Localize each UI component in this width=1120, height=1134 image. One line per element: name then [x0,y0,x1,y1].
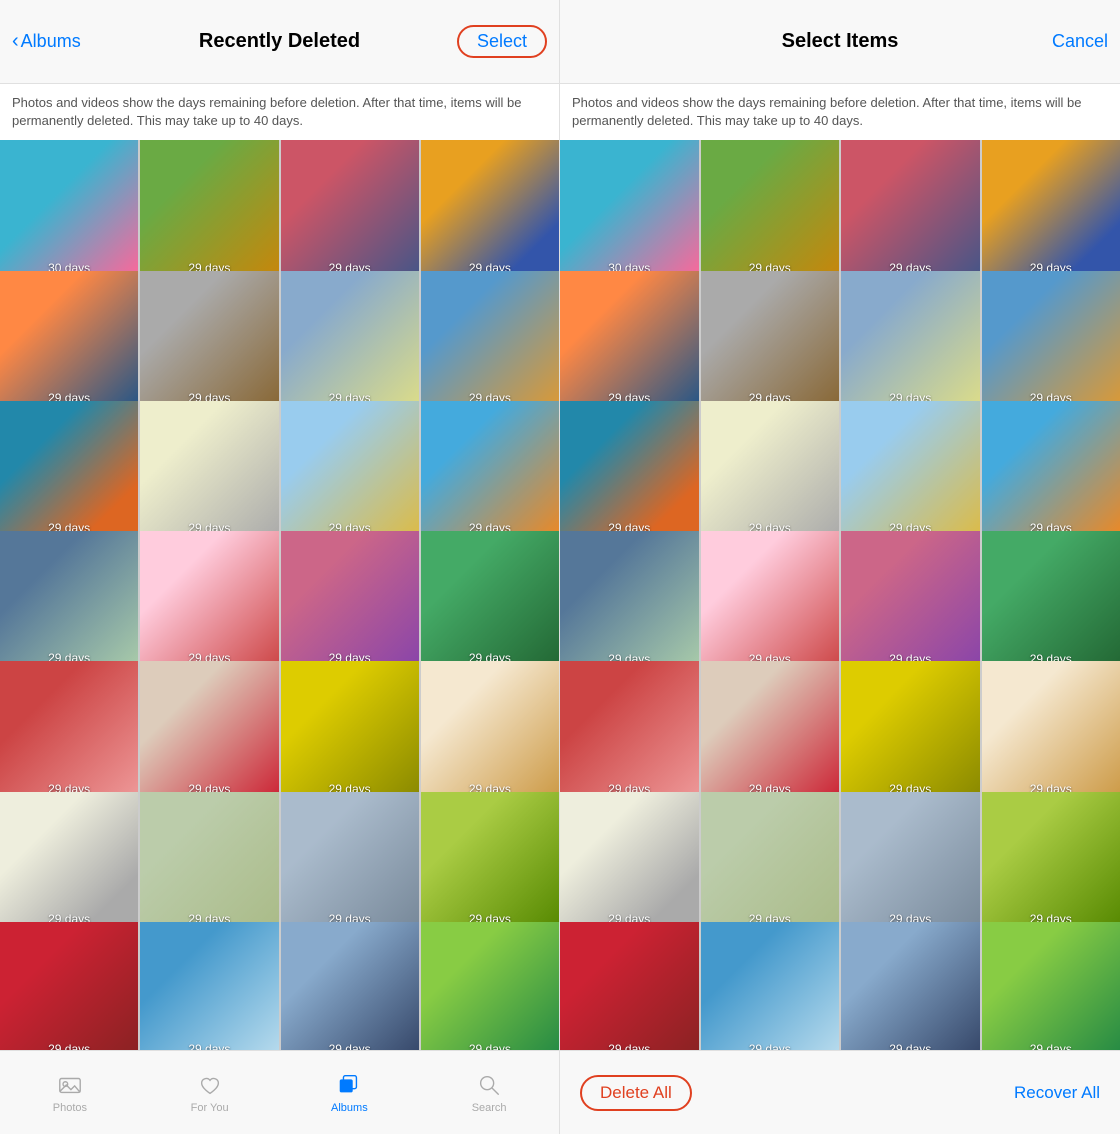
tab-foryou-label: For You [191,1102,229,1114]
search-icon [476,1072,502,1098]
foryou-icon [197,1072,223,1098]
tab-search-label: Search [472,1102,507,1114]
days-label: 29 days [281,1042,419,1050]
days-label: 29 days [0,1042,138,1050]
photo-cell[interactable]: 29 days [140,401,278,539]
right-photo-grid: 30 days29 days29 days29 days29 days29 da… [560,140,1120,1050]
photo-cell[interactable]: 29 days [701,922,840,1050]
right-header: Select Items Cancel [560,0,1120,84]
photo-cell[interactable]: 29 days [140,922,278,1050]
photo-cell[interactable]: 29 days [701,531,840,670]
right-screen: Select Items Cancel Photos and videos sh… [560,0,1120,1134]
photo-cell[interactable]: 29 days [701,271,840,410]
photo-cell[interactable]: 29 days [982,401,1120,540]
photo-cell[interactable]: 29 days [421,922,559,1050]
left-photo-grid: 30 days29 days29 days29 days29 days29 da… [0,140,559,1050]
tab-albums-label: Albums [331,1102,368,1114]
photo-cell[interactable]: 29 days [841,531,980,670]
photo-cell[interactable]: 29 days [140,661,278,799]
photo-cell[interactable]: 29 days [281,271,419,409]
photo-cell[interactable]: 30 days [560,140,699,279]
photo-cell[interactable]: 29 days [841,140,980,279]
photo-cell[interactable]: 29 days [982,792,1120,931]
photo-cell[interactable]: 29 days [281,922,419,1050]
photo-cell[interactable]: 29 days [701,140,840,279]
albums-icon [336,1072,362,1098]
photo-cell[interactable]: 29 days [0,792,138,930]
days-label: 29 days [701,1042,840,1050]
photo-cell[interactable]: 29 days [281,401,419,539]
left-header: ‹ Albums Recently Deleted Select [0,0,559,84]
tab-search[interactable]: Search [419,1051,559,1134]
photo-cell[interactable]: 29 days [982,271,1120,410]
photo-cell[interactable]: 29 days [701,792,840,931]
photo-cell[interactable]: 29 days [140,531,278,669]
photo-cell[interactable]: 29 days [421,140,559,278]
back-button[interactable]: ‹ Albums [12,30,81,53]
right-bottom-bar: Delete All Recover All [560,1050,1120,1134]
photo-cell[interactable]: 29 days [560,531,699,670]
photo-cell[interactable]: 29 days [140,271,278,409]
photo-cell[interactable]: 29 days [0,922,138,1050]
photo-cell[interactable]: 29 days [421,661,559,799]
photos-icon [57,1072,83,1098]
photo-cell[interactable]: 29 days [0,401,138,539]
photo-cell[interactable]: 29 days [560,271,699,410]
photo-cell[interactable]: 29 days [421,792,559,930]
photo-cell[interactable]: 29 days [0,271,138,409]
left-info-text: Photos and videos show the days remainin… [0,84,559,140]
photo-cell[interactable]: 29 days [982,531,1120,670]
left-title: Recently Deleted [112,30,447,53]
photo-cell[interactable]: 29 days [421,271,559,409]
days-label: 29 days [560,1042,699,1050]
photo-cell[interactable]: 29 days [281,661,419,799]
tab-bar: Photos For You Albums [0,1051,559,1134]
left-screen: ‹ Albums Recently Deleted Select Photos … [0,0,560,1134]
tab-photos[interactable]: Photos [0,1051,140,1134]
tab-albums[interactable]: Albums [280,1051,420,1134]
back-label: Albums [21,31,81,52]
photo-cell[interactable]: 29 days [982,922,1120,1050]
photo-cell[interactable]: 29 days [701,401,840,540]
tab-photos-label: Photos [53,1102,87,1114]
tab-foryou[interactable]: For You [140,1051,280,1134]
photo-cell[interactable]: 29 days [281,792,419,930]
photo-cell[interactable]: 29 days [560,661,699,800]
right-title: Select Items [672,30,1008,53]
days-label: 29 days [982,1042,1120,1050]
photo-cell[interactable]: 29 days [701,661,840,800]
photo-cell[interactable]: 29 days [841,401,980,540]
photo-cell[interactable]: 29 days [140,792,278,930]
left-bottom-bar: Photos For You Albums [0,1050,559,1134]
photo-cell[interactable]: 29 days [281,140,419,278]
recover-all-button[interactable]: Recover All [1014,1083,1100,1103]
photo-cell[interactable]: 29 days [560,401,699,540]
delete-all-button[interactable]: Delete All [580,1075,692,1111]
photo-cell[interactable]: 29 days [560,792,699,931]
photo-cell[interactable]: 29 days [281,531,419,669]
photo-cell[interactable]: 29 days [841,792,980,931]
photo-cell[interactable]: 29 days [421,401,559,539]
photo-cell[interactable]: 29 days [841,661,980,800]
photo-cell[interactable]: 29 days [0,531,138,669]
back-chevron-icon: ‹ [12,30,19,53]
days-label: 29 days [841,1042,980,1050]
days-label: 29 days [421,1042,559,1050]
photo-cell[interactable]: 29 days [140,140,278,278]
select-button[interactable]: Select [457,25,547,58]
days-label: 29 days [140,1042,278,1050]
photo-cell[interactable]: 29 days [841,271,980,410]
cancel-button[interactable]: Cancel [1052,31,1108,52]
photo-cell[interactable]: 29 days [560,922,699,1050]
photo-cell[interactable]: 29 days [421,531,559,669]
photo-cell[interactable]: 29 days [982,661,1120,800]
action-bar: Delete All Recover All [560,1051,1120,1134]
photo-cell[interactable]: 30 days [0,140,138,278]
photo-cell[interactable]: 29 days [0,661,138,799]
photo-cell[interactable]: 29 days [982,140,1120,279]
photo-cell[interactable]: 29 days [841,922,980,1050]
right-info-text: Photos and videos show the days remainin… [560,84,1120,140]
